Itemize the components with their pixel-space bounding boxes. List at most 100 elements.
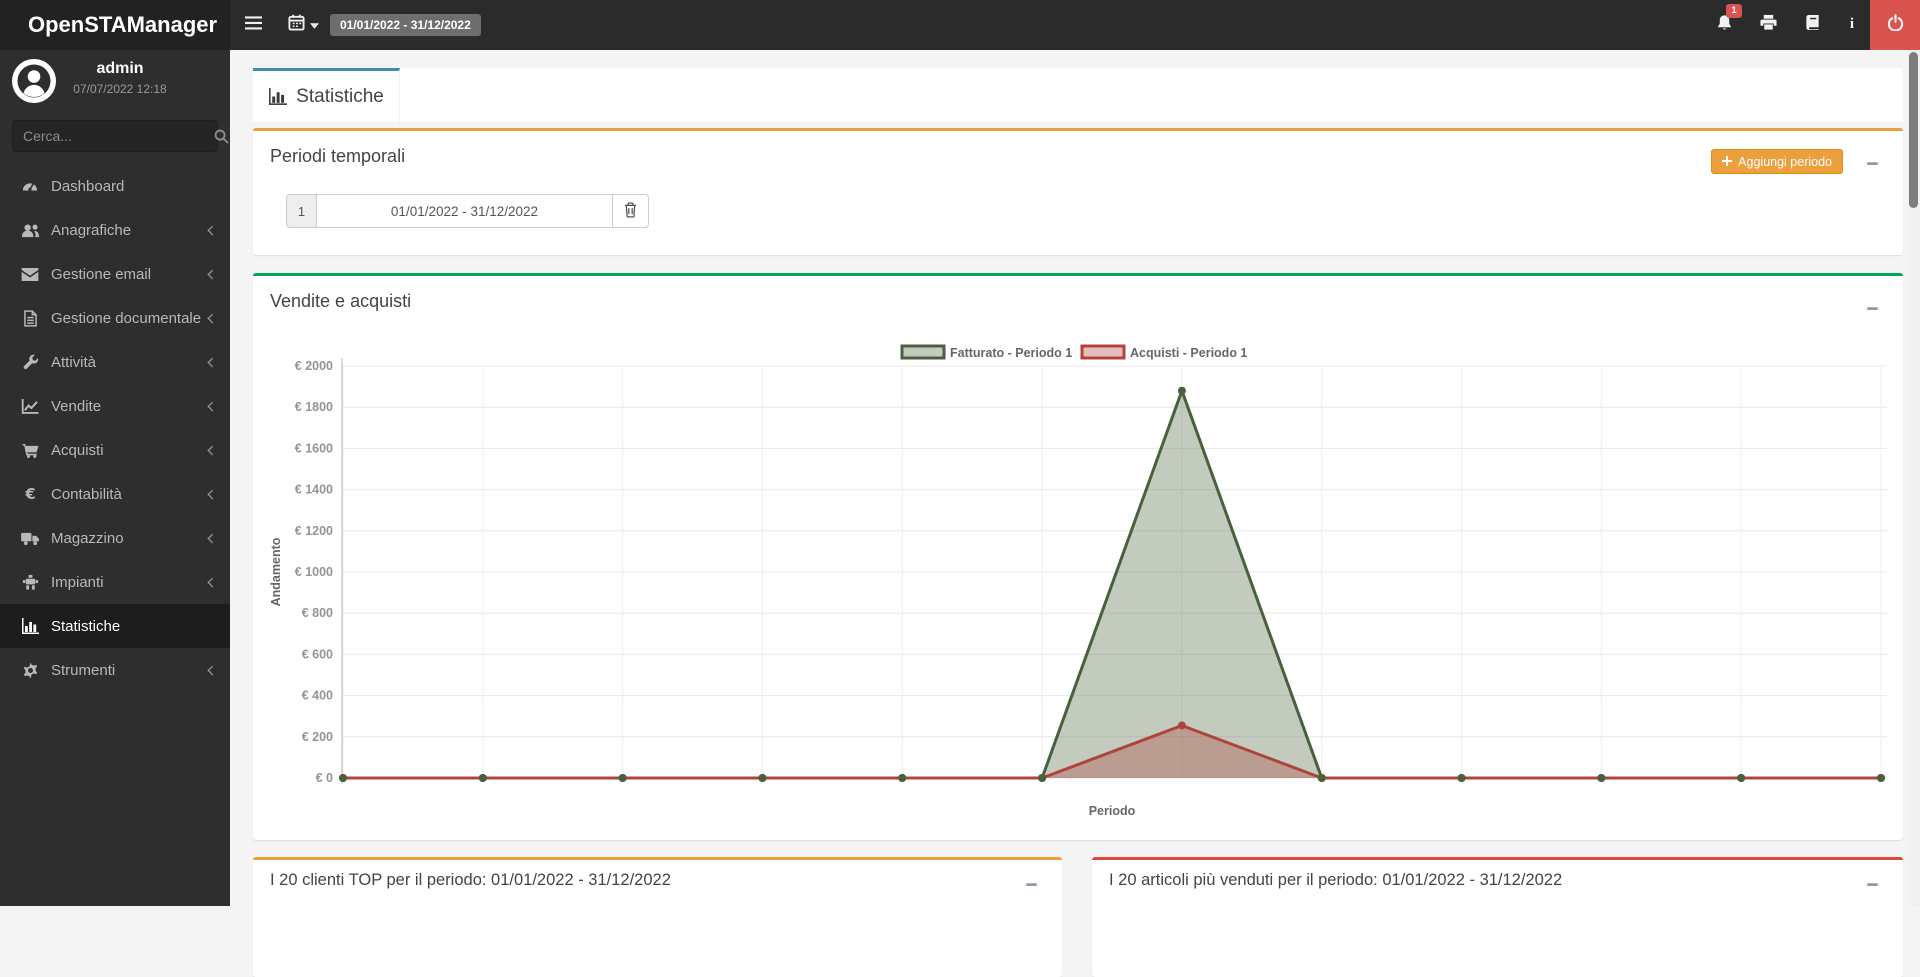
y-tick-label: € 1800 [295,400,333,414]
chevron-left-icon [207,445,214,456]
sidebar-item-label: Magazzino [51,530,124,547]
info-icon: i [1848,15,1856,36]
period-row-number: 1 [286,194,316,228]
collapse-minus-icon[interactable] [1866,878,1879,891]
sidebar-item-attivita[interactable]: Attività [0,340,230,384]
period-range-input[interactable] [316,194,613,228]
calendar-icon [288,14,305,36]
gestione-email-icon [20,268,40,281]
data-point [339,774,347,782]
chevron-left-icon [207,665,214,676]
chevron-left-icon [207,313,214,324]
delete-period-button[interactable] [613,194,649,228]
user-avatar-icon [12,59,56,103]
tab-strip: Statistiche [253,68,1903,122]
impianti-icon [20,574,40,591]
sidebar: admin 07/07/2022 12:18 DashboardAnagrafi… [0,50,230,906]
sidebar-item-gestione-documentale[interactable]: Gestione documentale [0,296,230,340]
y-tick-label: € 0 [316,771,333,785]
sidebar-item-statistiche[interactable]: Statistiche [0,604,230,648]
notifications-button[interactable]: 1 [1702,0,1746,50]
power-icon [1887,14,1904,36]
svg-text:i: i [1850,16,1854,31]
caret-down-icon [310,16,319,34]
chevron-left-icon [207,225,214,236]
x-axis-title: Periodo [1089,804,1136,818]
sidebar-item-anagrafiche[interactable]: Anagrafiche [0,208,230,252]
bar-chart-icon [268,88,287,105]
data-point [1877,774,1885,782]
sidebar-item-dashboard[interactable]: Dashboard [0,164,230,208]
sidebar-item-impianti[interactable]: Impianti [0,560,230,604]
sidebar-toggle-button[interactable] [230,0,276,50]
sidebar-item-label: Contabilità [51,486,122,503]
vendite-icon [20,399,40,414]
search-icon[interactable] [214,129,229,144]
chevron-left-icon [207,533,214,544]
sidebar-item-strumenti[interactable]: Strumenti [0,648,230,692]
chevron-left-icon [207,489,214,500]
date-range-chip[interactable]: 01/01/2022 - 31/12/2022 [330,14,481,36]
notifications-badge: 1 [1726,4,1742,18]
y-tick-label: € 200 [302,730,333,744]
data-point [1737,774,1745,782]
collapse-minus-icon[interactable] [1025,878,1038,891]
collapse-minus-icon[interactable] [1866,157,1879,170]
scrollbar-thumb[interactable] [1909,52,1918,208]
anagrafiche-icon [20,222,40,239]
sidebar-item-magazzino[interactable]: Magazzino [0,516,230,560]
docs-button[interactable] [1790,0,1834,50]
tab-label: Statistiche [296,86,384,108]
periods-box-title: Periodi temporali [253,131,1903,167]
topbar: OpenSTAManager 01/01/2022 - 31/12/2022 1 [0,0,1920,50]
sidebar-item-vendite[interactable]: Vendite [0,384,230,428]
sales-purchases-title: Vendite e acquisti [253,276,1903,312]
magazzino-icon [20,531,40,546]
data-point [1178,387,1186,395]
login-datetime: 07/07/2022 12:18 [60,82,180,96]
sidebar-item-label: Statistiche [51,618,120,635]
data-point [1597,774,1605,782]
sidebar-item-label: Gestione email [51,266,151,283]
chevron-left-icon [207,577,214,588]
legend-entry-0[interactable]: Fatturato - Periodo 1 [902,346,1072,360]
period-row: 1 [286,194,649,228]
sidebar-item-label: Gestione documentale [51,310,201,327]
legend-label: Acquisti - Periodo 1 [1130,346,1247,360]
sidebar-item-acquisti[interactable]: Acquisti [0,428,230,472]
sidebar-item-label: Vendite [51,398,101,415]
top-clients-title: I 20 clienti TOP per il periodo: 01/01/2… [253,860,1062,890]
periods-box: Periodi temporali Aggiungi periodo 1 [253,128,1903,255]
y-tick-label: € 800 [302,606,333,620]
data-point [1318,774,1326,782]
dashboard-icon [20,178,40,194]
calendar-menu-button[interactable] [280,0,326,50]
sidebar-item-label: Acquisti [51,442,104,459]
attivita-icon [20,354,40,371]
page-scrollbar[interactable] [1908,50,1920,906]
logout-button[interactable] [1870,0,1920,50]
book-icon [1804,14,1821,36]
strumenti-icon [20,662,40,679]
info-button[interactable]: i [1834,0,1870,50]
app-logo[interactable]: OpenSTAManager [0,0,230,50]
data-point [758,774,766,782]
tab-statistiche[interactable]: Statistiche [253,68,400,122]
collapse-minus-icon[interactable] [1866,302,1879,315]
add-period-button[interactable]: Aggiungi periodo [1711,149,1843,174]
y-axis-title: Andamento [269,537,283,606]
sidebar-item-gestione-email[interactable]: Gestione email [0,252,230,296]
sales-purchases-chart: € 0€ 200€ 400€ 600€ 800€ 1000€ 1200€ 140… [263,333,1893,833]
legend-entry-1[interactable]: Acquisti - Periodo 1 [1082,346,1247,360]
sidebar-menu: DashboardAnagrafiche Gestione email Gestio… [0,164,230,692]
plus-icon [1722,155,1732,169]
printer-icon [1760,14,1777,36]
search-input[interactable] [13,128,214,144]
sidebar-search [12,120,218,152]
print-button[interactable] [1746,0,1790,50]
data-point [898,774,906,782]
chevron-left-icon [207,357,214,368]
sidebar-item-contabilita[interactable]: €Contabilità [0,472,230,516]
data-point [619,774,627,782]
gestione-documentale-icon [20,310,40,327]
